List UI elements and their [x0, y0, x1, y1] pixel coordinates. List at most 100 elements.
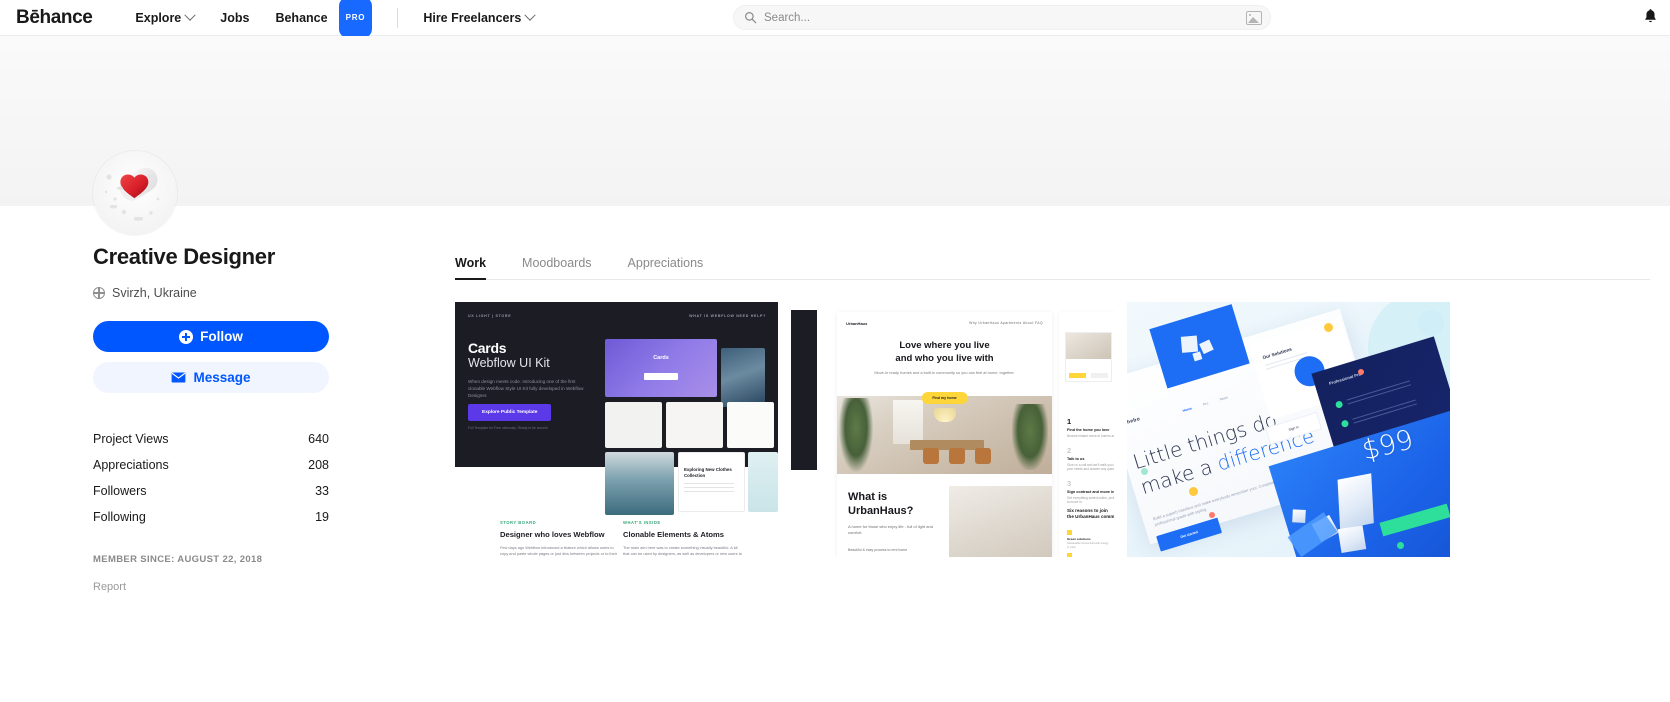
- reason-title: Green solutions: [1067, 537, 1091, 541]
- thumb-cta-button: Explore Public Template: [468, 404, 552, 421]
- reason-item: Green solutions Sustainable homes built …: [1067, 530, 1111, 549]
- nav-item-behance-pro[interactable]: Behance PRO: [262, 0, 385, 38]
- thumb-section-b: WHAT'S INSIDE Clonable Elements & Atoms …: [623, 520, 743, 557]
- message-button[interactable]: Message: [93, 362, 329, 393]
- tab-moodboards[interactable]: Moodboards: [522, 256, 592, 279]
- thumb-body: When design meets code. Introducing one …: [468, 379, 584, 398]
- work-section: Work Moodboards Appreciations UX LIGHT |…: [455, 206, 1670, 593]
- step-number: 3: [1067, 478, 1072, 488]
- bell-icon[interactable]: [1643, 9, 1658, 31]
- thumb-headline-line2: and who you live with: [895, 353, 994, 364]
- thumb-page: UrbanHaus Why UrbanHaus Apartments About…: [837, 312, 1052, 557]
- follow-button[interactable]: Follow: [93, 321, 329, 352]
- bullet-line: [1346, 380, 1411, 401]
- stat-label: Project Views: [93, 432, 169, 446]
- step-heading: Find the home you love: [1067, 428, 1110, 432]
- thumb-section-title: What is UrbanHaus?: [848, 490, 913, 518]
- window-shape: [892, 400, 923, 444]
- report-link[interactable]: Report: [93, 581, 403, 593]
- nav-item-hire-freelancers[interactable]: Hire Freelancers: [410, 0, 547, 36]
- bullet-dot: [1334, 400, 1344, 409]
- image-search-icon[interactable]: [1246, 10, 1262, 25]
- step-body: Get everything sorted online, pick your …: [1067, 495, 1114, 505]
- stat-label: Followers: [93, 484, 147, 498]
- plant-left: [839, 398, 873, 472]
- table-shape: [910, 440, 985, 450]
- thumb-card-photo: [721, 348, 765, 407]
- nav-item-label: Behance: [275, 10, 328, 25]
- reason-item: Young community Residents who love to co…: [1067, 553, 1111, 557]
- cube-shape: [1337, 525, 1367, 553]
- stat-row-following: Following 19: [93, 504, 329, 530]
- thumb-section-paragraph: The main aim here was to create somethin…: [623, 545, 742, 557]
- reason-icon: [1067, 553, 1072, 557]
- thumb-section-paragraph: Few days ago Webflow introduced a featur…: [500, 545, 618, 557]
- stat-row-followers: Followers 33: [93, 478, 329, 504]
- nav-item-explore[interactable]: Explore: [122, 0, 207, 36]
- step-body: Give us a call and we'll walk you throug…: [1067, 462, 1114, 472]
- location-text: Svirzh, Ukraine: [112, 286, 197, 300]
- tab-work[interactable]: Work: [455, 256, 487, 280]
- thumb-fine-print: Full Template for Free obviously. Ready …: [468, 426, 548, 430]
- cta-label: Get started: [1179, 530, 1199, 540]
- thumb-title: Cards: [468, 340, 507, 356]
- message-button-label: Message: [193, 370, 251, 385]
- thumb-steps: 1 Find the home you love Browse instant …: [1067, 417, 1114, 505]
- profile-tabs: Work Moodboards Appreciations: [455, 256, 1650, 280]
- avatar[interactable]: [93, 151, 177, 235]
- nav-item-jobs[interactable]: Jobs: [207, 0, 262, 36]
- chair-shape: [974, 448, 991, 464]
- thumb-bullet: Beautiful & easy process to rent home: [848, 548, 908, 552]
- project-card-little-things[interactable]: Thebo Home Pro Team Little things do mak…: [1127, 302, 1450, 557]
- cube-shape: [1199, 339, 1214, 355]
- thumb-interior-photo: [837, 396, 1052, 474]
- thumb-step: 2 Talk to us Give us a call and we'll wa…: [1067, 446, 1114, 472]
- stat-row-project-views: Project Views 640: [93, 426, 329, 452]
- thumb-nav: Why UrbanHaus Apartments About FAQ: [969, 321, 1043, 325]
- thumb-section-title-line2: UrbanHaus?: [848, 505, 914, 517]
- lamp-shape: [933, 408, 956, 422]
- chevron-down-icon: [524, 9, 536, 21]
- thumb-section-kicker: WHAT'S INSIDE: [623, 520, 661, 525]
- cube-shape: [1292, 509, 1306, 523]
- thumb-subhead: Move-in ready homes and a built-in commu…: [874, 370, 1015, 375]
- search-container: [733, 5, 1271, 30]
- search-input[interactable]: [764, 11, 1246, 24]
- project-card-urbanhaus[interactable]: UrbanHaus Why UrbanHaus Apartments About…: [791, 302, 1114, 557]
- stat-label: Following: [93, 510, 146, 524]
- chair-shape: [948, 448, 965, 464]
- project-card-cards-webflow-ui-kit[interactable]: UX LIGHT | STORE WHAT IS WEBFLOW NEED HE…: [455, 302, 778, 557]
- stat-value: 19: [315, 510, 329, 524]
- profile-location: Svirzh, Ukraine: [92, 286, 403, 300]
- search-box[interactable]: [733, 5, 1271, 30]
- profile-stats: Project Views 640 Appreciations 208 Foll…: [93, 426, 329, 530]
- step-body: Browse instant move-in homes and pick yo…: [1067, 434, 1114, 438]
- thumb-card-label: Cards: [653, 355, 669, 361]
- step-heading: Talk to us: [1067, 456, 1085, 461]
- nav-item-label: Hire Freelancers: [423, 10, 522, 25]
- thumb-right-panel: Places to stay: [1059, 312, 1114, 557]
- tab-appreciations[interactable]: Appreciations: [628, 256, 704, 279]
- primary-nav-links: Explore Jobs Behance PRO Hire Freelancer…: [122, 0, 547, 38]
- chair-shape: [923, 448, 939, 464]
- member-since-text: MEMBER SINCE: AUGUST 22, 2018: [93, 554, 263, 565]
- page-title: Creative Designer: [93, 244, 275, 269]
- decor-dot-red: [1358, 369, 1364, 375]
- profile-sidebar: Creative Designer Svirzh, Ukraine Follow…: [92, 206, 403, 593]
- step-number: 1: [1067, 417, 1072, 426]
- search-icon: [745, 12, 757, 24]
- thumb-card-purple: Cards: [605, 339, 717, 397]
- listing-tag-gray: [1091, 373, 1108, 378]
- thumb-card-w2: [666, 402, 723, 448]
- listing-image: [1066, 333, 1111, 359]
- navy-title: Professional Pro: [1328, 371, 1362, 386]
- thumb-card-lines: [684, 483, 734, 484]
- thumb-headline: Love where you live and who you live wit…: [837, 339, 1052, 365]
- thumb-dark-edge: [791, 310, 817, 470]
- thumb-card-explore: Exploring New Clothes Collection: [678, 452, 745, 512]
- nav-divider: [397, 7, 399, 28]
- thumb-cta-button: Find my home: [921, 392, 968, 404]
- decor-dot-green: [1141, 468, 1148, 475]
- behance-logo[interactable]: Bēhance: [16, 7, 93, 29]
- cube-shape: [1180, 335, 1199, 353]
